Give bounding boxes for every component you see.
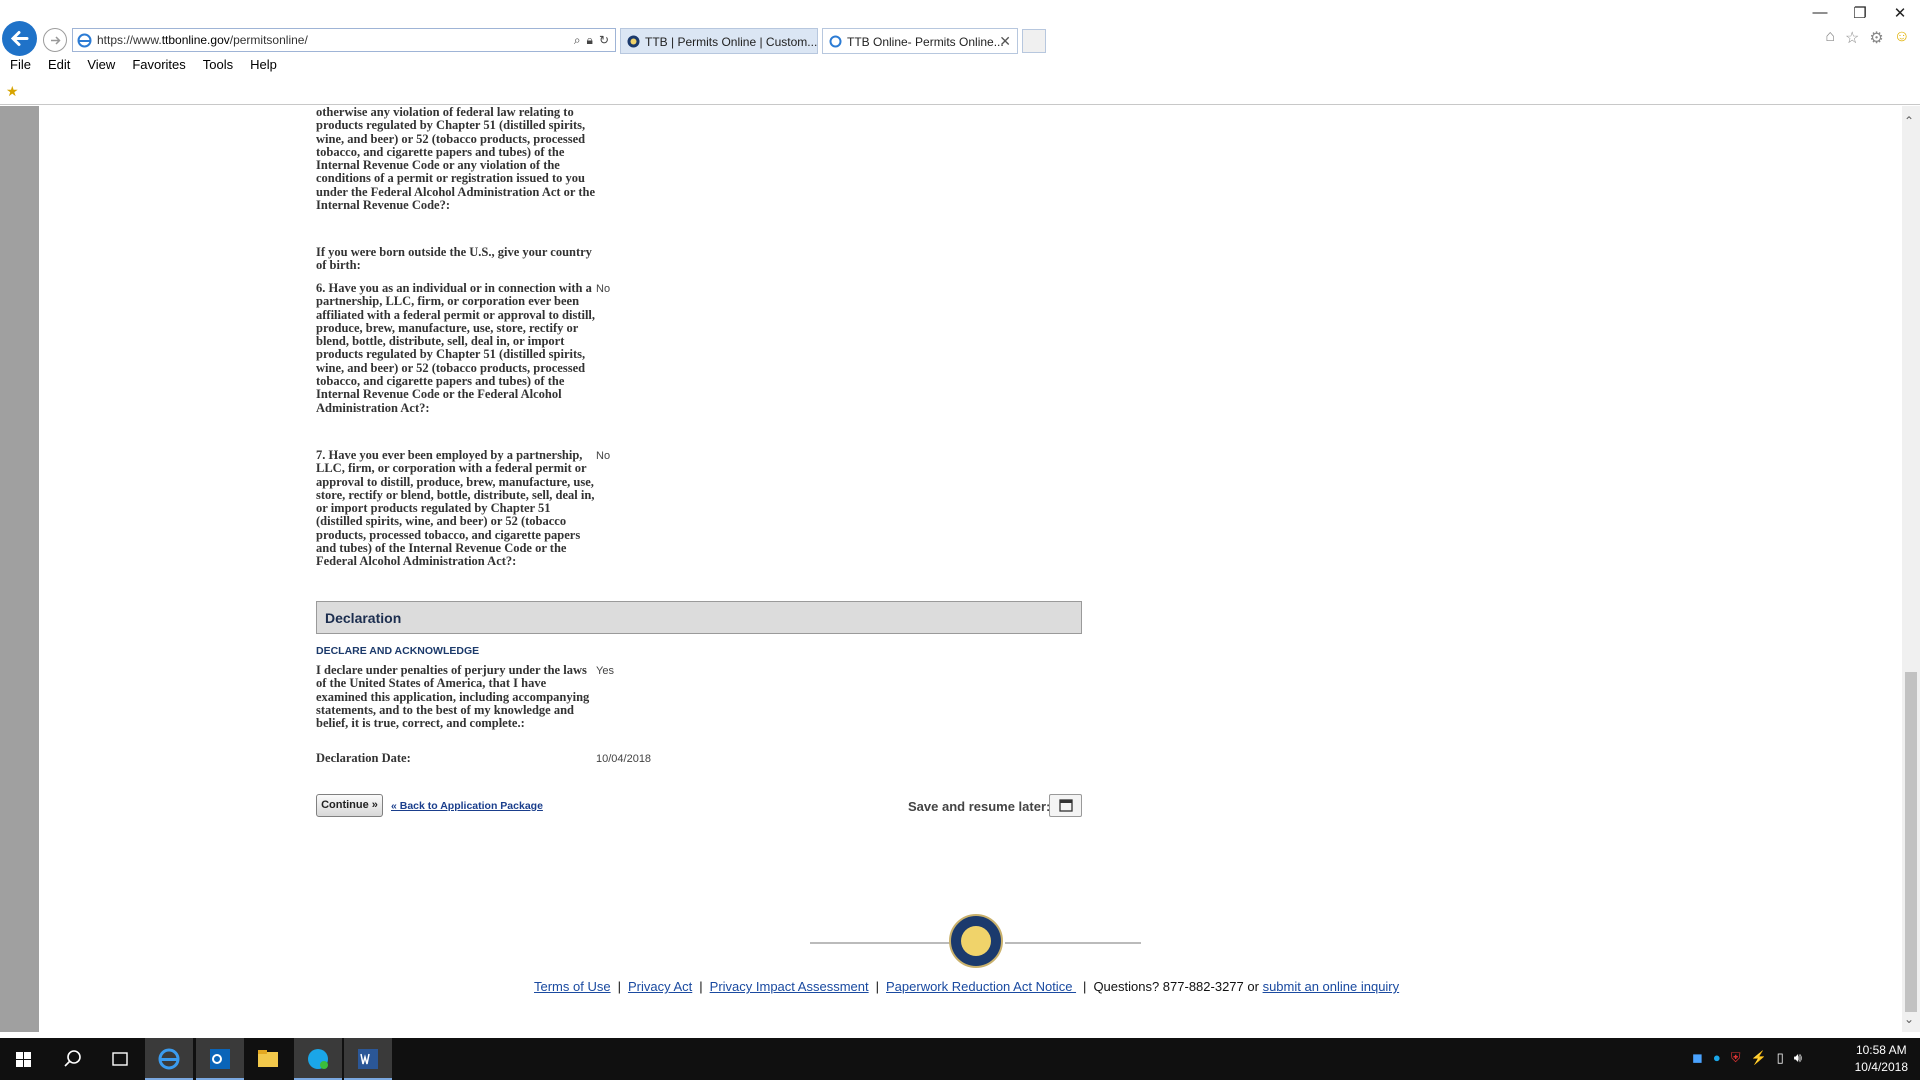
start-button[interactable] [0,1038,48,1080]
menu-edit[interactable]: Edit [48,57,79,72]
taskbar-ie[interactable] [145,1038,193,1080]
skype-tray-icon[interactable]: ● [1713,1050,1721,1066]
ttb-seal-icon [627,35,640,48]
battery-icon[interactable]: ▯ [1777,1050,1784,1066]
task-view-button[interactable] [96,1038,144,1080]
declaration-answer: Yes [596,665,614,677]
shield-icon[interactable]: ⛨ [1731,1050,1741,1066]
search-icon [64,1050,81,1067]
question-6-text: 6. Have you as an individual or in conne… [316,281,596,415]
declaration-date-value: 10/04/2018 [596,753,652,765]
skype-icon [308,1049,328,1069]
address-bar[interactable]: https://www.ttbonline.gov/permitsonline/… [72,28,616,52]
ie-icon [829,35,842,48]
chevron-down-icon[interactable]: ⌄ [1904,1012,1914,1026]
system-tray: ◼ ● ⛨ ⚡ ▯ 🔊︎ [1692,1050,1802,1066]
left-gutter [0,106,39,1032]
menu-file[interactable]: File [10,57,40,72]
taskbar-outlook[interactable] [196,1038,244,1080]
taskbar-skype[interactable] [294,1038,342,1080]
paperwork-reduction-link[interactable]: Paperwork Reduction Act Notice [886,979,1076,994]
save-resume-label: Save and resume later: [908,799,1051,814]
task-view-icon [112,1052,128,1066]
question-7-text: 7. Have you ever been employed by a part… [316,448,595,569]
declaration-header: Declaration [316,601,1082,634]
chevron-up-icon[interactable]: ⌃ [1904,114,1914,128]
search-icon[interactable]: ⌕ [574,33,581,48]
forward-button[interactable] [43,28,67,52]
tab-custom[interactable]: TTB | Permits Online | Custom... [620,28,818,54]
taskbar-clock[interactable]: 10:58 AM 10/4/2018 [1855,1042,1908,1076]
browser-chrome: https://www.ttbonline.gov/permitsonline/… [0,0,1920,105]
ie-icon [158,1048,180,1070]
search-button[interactable] [48,1038,96,1080]
ie-icon [77,33,92,48]
menu-tools[interactable]: Tools [203,57,242,72]
arrow-right-icon [51,36,61,45]
scrollbar-thumb[interactable] [1905,672,1917,1012]
question-6-answer: No [596,283,611,295]
menu-help[interactable]: Help [250,57,286,72]
declaration-date-label: Declaration Date: [316,751,411,765]
address-tools: ⌕ 🔒︎ ↻ [574,33,609,48]
calendar-icon [1059,799,1073,812]
taskbar-file-explorer[interactable] [244,1038,292,1080]
close-icon[interactable]: ✕ [999,33,1011,50]
windows-icon [16,1052,31,1067]
clock-date: 10/4/2018 [1854,1060,1908,1074]
url-text: https://www.ttbonline.gov/permitsonline/ [97,33,308,47]
privacy-act-link[interactable]: Privacy Act [628,979,692,994]
declaration-statement: I declare under penalties of perjury und… [316,663,590,731]
back-to-application-link[interactable]: « Back to Application Package [391,800,543,812]
outlook-tray-icon[interactable]: ◼ [1692,1050,1703,1066]
volume-icon[interactable]: 🔊︎ [1794,1050,1802,1066]
taskbar-word[interactable] [344,1038,392,1080]
gear-icon[interactable]: ⚙ [1869,28,1883,48]
new-tab-button[interactable] [1022,29,1046,53]
minimize-button[interactable]: — [1800,4,1840,21]
restore-button[interactable]: ❐ [1840,4,1880,22]
arrow-left-icon [10,31,29,46]
outlook-icon [210,1049,230,1069]
privacy-impact-link[interactable]: Privacy Impact Assessment [710,979,869,994]
menu-favorites[interactable]: Favorites [132,57,194,72]
back-button[interactable] [2,21,37,56]
page-viewport: otherwise any violation of federal law r… [0,106,1920,1038]
home-icon[interactable]: ⌂ [1825,28,1835,48]
favorites-star-icon[interactable]: ★ [6,83,19,100]
word-icon [358,1049,378,1069]
footer-ornament-right [1005,942,1141,944]
terms-of-use-link[interactable]: Terms of Use [534,979,611,994]
online-inquiry-link[interactable]: submit an online inquiry [1263,979,1400,994]
birth-country-question: If you were born outside the U.S., give … [316,245,592,273]
clock-time: 10:58 AM [1855,1043,1907,1057]
lock-icon[interactable]: 🔒︎ [587,33,593,48]
site-footer: Terms of Use | Privacy Act | Privacy Impact … [534,979,1400,994]
footer-ornament-left [810,942,950,944]
network-icon[interactable]: ⚡ [1750,1050,1766,1066]
tab-permits-online[interactable]: TTB Online- Permits Online... ✕ [822,28,1018,54]
vertical-scrollbar[interactable]: ⌃ ⌄ [1902,106,1920,1032]
declaration-subheading: DECLARE AND ACKNOWLEDGE [316,645,480,657]
star-icon[interactable]: ☆ [1845,28,1859,48]
menu-bar: File Edit View Favorites Tools Help [10,57,294,72]
question-5-text: otherwise any violation of federal law r… [316,106,596,213]
folder-icon [258,1050,278,1067]
close-window-button[interactable]: ✕ [1880,4,1920,22]
treasury-seal-logo [949,914,1003,968]
menu-view[interactable]: View [87,57,124,72]
smiley-icon[interactable]: ☺ [1894,28,1910,48]
refresh-icon[interactable]: ↻ [599,33,609,48]
taskbar: ◼ ● ⛨ ⚡ ▯ 🔊︎ 10:58 AM 10/4/2018 [0,1038,1920,1080]
save-resume-button[interactable] [1049,794,1082,817]
question-7-answer: No [596,450,611,462]
browser-toolbar-icons: ⌂ ☆ ⚙ ☺ [1825,28,1910,48]
questions-text: Questions? 877-882-3277 or [1093,979,1263,994]
continue-button[interactable]: Continue » [316,794,383,817]
